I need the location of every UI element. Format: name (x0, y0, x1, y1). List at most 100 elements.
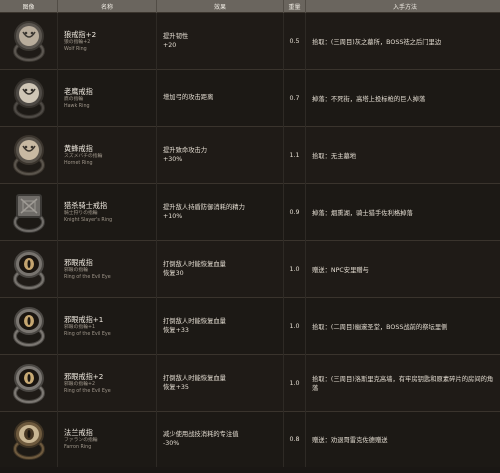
ring-name-jp: 邪眼の指輪+1 (64, 324, 96, 330)
ring-weight: 1.0 (283, 240, 306, 298)
header-name: 名称 (57, 0, 157, 13)
ring-name-jp: ファランの指輪 (64, 437, 98, 443)
hornet-ring-icon (7, 132, 51, 178)
ring-source: 拾取：无主墓地 (305, 126, 500, 184)
ring-effect-cell: 减少使用战技消耗的专注值 -30% (156, 411, 284, 467)
ring-source: 拾取：(二周目)幽邃圣堂，BOSS战前的祭坛里侧 (305, 297, 500, 355)
header-weight: 重量 (283, 0, 306, 13)
ring-effect-cell: 增加弓的攻击距离 (156, 69, 284, 127)
ring-name-jp: 邪眼の指輪+2 (64, 381, 96, 387)
ring-name: 黄蜂戒指 (64, 143, 93, 153)
rings-table: 图像 名称 效果 重量 入手方法 狼戒指+2 狼の指輪+2 Wolf Ring … (0, 0, 500, 467)
ring-name-en: Ring of the Evil Eye (64, 274, 111, 280)
ring-effect-cell: 提升敌人持盾防御消耗的精力 +10% (156, 183, 284, 241)
ring-image-cell (0, 297, 58, 355)
ring-image-cell (0, 126, 58, 184)
ring-image-cell (0, 411, 58, 467)
evil-eye-ring-2-icon (7, 360, 51, 406)
ring-source: 拾取：(三周目)洛斯里克高墙，有牢房钥匙和原素碎片的房间的角落 (305, 354, 500, 412)
ring-name-en: Knight Slayer's Ring (64, 217, 113, 223)
ring-effect-text: 提升韧性 (163, 32, 189, 40)
ring-name-jp: 鷹の指輪 (64, 96, 84, 102)
ring-image-cell (0, 354, 58, 412)
ring-name: 老鹰戒指 (64, 86, 93, 96)
ring-effect-value: +10% (163, 213, 183, 220)
table-row: 猎杀骑士戒指 騎士狩りの指輪 Knight Slayer's Ring 提升敌人… (0, 183, 500, 241)
ring-image-cell (0, 183, 58, 241)
evil-eye-ring-icon (7, 246, 51, 292)
ring-name-en: Ring of the Evil Eye (64, 331, 111, 337)
ring-effect-value: +30% (163, 156, 183, 163)
ring-name-cell: 法兰戒指 ファランの指輪 Farron Ring (57, 411, 157, 467)
ring-name: 猎杀骑士戒指 (64, 200, 108, 210)
ring-name: 邪眼戒指 (64, 257, 93, 267)
ring-name-cell: 黄蜂戒指 スズメバチの指輪 Hornet Ring (57, 126, 157, 184)
ring-image-cell (0, 12, 58, 70)
header-source: 入手方法 (305, 0, 500, 13)
ring-name-cell: 邪眼戒指 邪眼の指輪 Ring of the Evil Eye (57, 240, 157, 298)
ring-effect-text: 打倒敌人时能恢复血量 (163, 374, 226, 382)
ring-effect-cell: 打倒敌人时能恢复血量 恢复+35 (156, 354, 284, 412)
ring-effect-value: +20 (163, 42, 177, 49)
ring-name: 狼戒指+2 (64, 29, 97, 39)
knight-slayer-ring-icon (7, 189, 51, 235)
ring-weight: 1.0 (283, 354, 306, 412)
ring-name-en: Ring of the Evil Eye (64, 388, 111, 394)
ring-effect-cell: 提升致命攻击力 +30% (156, 126, 284, 184)
ring-effect-value: 恢复+35 (163, 384, 189, 391)
ring-effect-text: 打倒敌人时能恢复血量 (163, 260, 226, 268)
table-row: 邪眼戒指 邪眼の指輪 Ring of the Evil Eye 打倒敌人时能恢复… (0, 240, 500, 298)
ring-effect-value: 恢复+33 (163, 327, 189, 334)
ring-effect-text: 减少使用战技消耗的专注值 (163, 430, 239, 438)
ring-name-en: Hawk Ring (64, 103, 90, 109)
ring-weight: 0.9 (283, 183, 306, 241)
farron-ring-icon (7, 416, 51, 462)
ring-name-cell: 狼戒指+2 狼の指輪+2 Wolf Ring (57, 12, 157, 70)
ring-name-cell: 邪眼戒指+2 邪眼の指輪+2 Ring of the Evil Eye (57, 354, 157, 412)
ring-weight: 0.5 (283, 12, 306, 70)
ring-effect-text: 增加弓的攻击距离 (163, 94, 214, 102)
ring-source: 赠送：劝退哥雷克佐德赠送 (305, 411, 500, 467)
ring-weight: 0.7 (283, 69, 306, 127)
ring-name: 邪眼戒指+2 (64, 371, 104, 381)
table-row: 黄蜂戒指 スズメバチの指輪 Hornet Ring 提升致命攻击力 +30% 1… (0, 126, 500, 184)
table-row: 法兰戒指 ファランの指輪 Farron Ring 减少使用战技消耗的专注值 -3… (0, 411, 500, 467)
ring-effect-cell: 打倒敌人时能恢复血量 恢复+33 (156, 297, 284, 355)
ring-image-cell (0, 240, 58, 298)
header-image: 图像 (0, 0, 58, 13)
ring-name-cell: 邪眼戒指+1 邪眼の指輪+1 Ring of the Evil Eye (57, 297, 157, 355)
ring-weight: 1.0 (283, 297, 306, 355)
ring-image-cell (0, 69, 58, 127)
ring-name: 法兰戒指 (64, 427, 93, 437)
header-effect: 效果 (156, 0, 284, 13)
ring-effect-value: 恢复30 (163, 270, 184, 277)
ring-name: 邪眼戒指+1 (64, 314, 104, 324)
ring-name-en: Hornet Ring (64, 160, 93, 166)
ring-weight: 1.1 (283, 126, 306, 184)
ring-name-en: Wolf Ring (64, 46, 87, 52)
wolf-ring-icon (7, 18, 51, 64)
ring-weight: 0.8 (283, 411, 306, 467)
ring-effect-text: 打倒敌人时能恢复血量 (163, 317, 226, 325)
ring-name-cell: 老鹰戒指 鷹の指輪 Hawk Ring (57, 69, 157, 127)
ring-name-jp: 狼の指輪+2 (64, 39, 91, 45)
ring-source: 掉落：不死街，高塔上投标枪的巨人掉落 (305, 69, 500, 127)
table-row: 老鹰戒指 鷹の指輪 Hawk Ring 增加弓的攻击距离 0.7 掉落：不死街，… (0, 69, 500, 127)
hawk-ring-icon (7, 75, 51, 121)
ring-name-jp: スズメバチの指輪 (64, 153, 103, 159)
ring-source: 掉落：烟熏湖，骑士猎手佐利格掉落 (305, 183, 500, 241)
table-row: 邪眼戒指+1 邪眼の指輪+1 Ring of the Evil Eye 打倒敌人… (0, 297, 500, 355)
ring-name-en: Farron Ring (64, 444, 92, 450)
header-row: 图像 名称 效果 重量 入手方法 (0, 0, 500, 13)
ring-source: 拾取：(三周目)灰之墓所，BOSS祛之后门里边 (305, 12, 500, 70)
ring-effect-cell: 打倒敌人时能恢复血量 恢复30 (156, 240, 284, 298)
ring-name-jp: 騎士狩りの指輪 (64, 210, 98, 216)
ring-name-cell: 猎杀骑士戒指 騎士狩りの指輪 Knight Slayer's Ring (57, 183, 157, 241)
table-row: 狼戒指+2 狼の指輪+2 Wolf Ring 提升韧性 +20 0.5 拾取：(… (0, 12, 500, 70)
ring-effect-cell: 提升韧性 +20 (156, 12, 284, 70)
ring-name-jp: 邪眼の指輪 (64, 267, 88, 273)
table-row: 邪眼戒指+2 邪眼の指輪+2 Ring of the Evil Eye 打倒敌人… (0, 354, 500, 412)
ring-effect-text: 提升致命攻击力 (163, 146, 208, 154)
ring-effect-value: -30% (163, 440, 180, 448)
ring-source: 赠送：NPC安里赠与 (305, 240, 500, 298)
